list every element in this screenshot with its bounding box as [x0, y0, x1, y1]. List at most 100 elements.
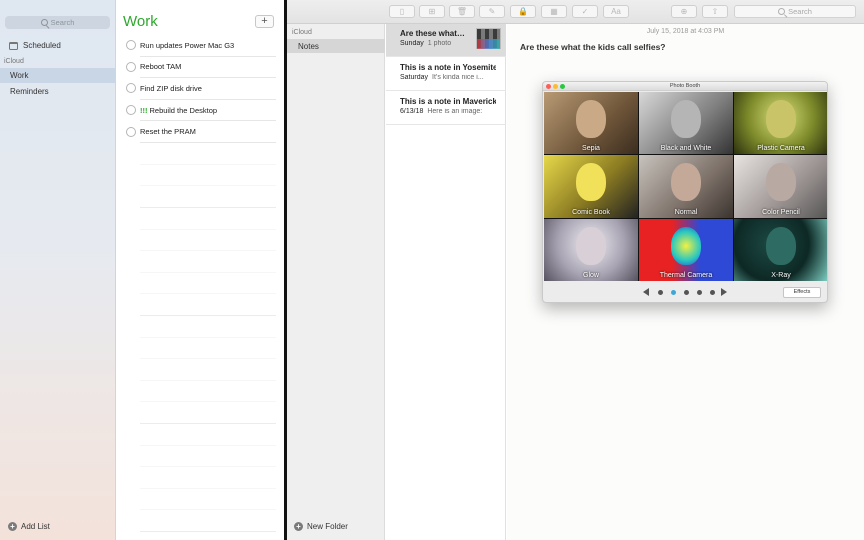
page-dot[interactable] [658, 290, 663, 295]
note-list-item[interactable]: This is a note in Mavericks 6/13/18 Here … [386, 92, 506, 125]
notes-search-input[interactable]: Search [734, 5, 856, 18]
reminder-checkbox[interactable] [126, 61, 136, 72]
checklist-icon: ✓ [581, 7, 589, 16]
reminders-search-placeholder: Search [50, 18, 75, 27]
reminder-item[interactable]: !!! Rebuild the Desktop [126, 100, 276, 122]
arrow-right-icon[interactable] [721, 288, 727, 296]
page-dot[interactable] [710, 290, 715, 295]
new-folder-label: New Folder [307, 522, 348, 531]
sidebar-icon: ▯ [399, 7, 405, 16]
plus-circle-icon: + [8, 522, 17, 531]
effect-label: X-Ray [771, 271, 791, 279]
calendar-icon [9, 41, 18, 50]
close-icon [546, 84, 551, 89]
delete-button[interactable]: 🗑 [449, 5, 475, 18]
note-title: This is a note in Yosemite [400, 63, 496, 72]
photo-booth-title: Photo Booth [669, 83, 701, 89]
note-subtitle: 6/13/18 Here is an image: [400, 108, 500, 115]
share-icon: ⇧ [711, 7, 719, 16]
note-snippet: 1 photo [427, 40, 452, 47]
effect-tile: X-Ray [734, 218, 827, 281]
note-thumbnail [476, 28, 501, 49]
face-silhouette [766, 100, 796, 138]
photo-booth-pager: Effects [543, 282, 827, 302]
reminder-title[interactable]: Reboot TAM [140, 62, 181, 71]
sidebar-item-reminders[interactable]: Reminders [0, 84, 116, 99]
effect-tile: Sepia [544, 92, 638, 155]
sidebar-item-work[interactable]: Work [0, 68, 116, 83]
reminder-title[interactable]: Reset the PRAM [140, 127, 196, 136]
page-dot-current[interactable] [671, 290, 676, 295]
notes-search-placeholder: Search [788, 7, 812, 16]
list-label: Reminders [10, 87, 49, 96]
note-title: This is a note in Mavericks [400, 97, 496, 106]
account-heading: iCloud [4, 58, 24, 65]
grid-icon: ⊞ [428, 7, 436, 16]
note-date: Saturday [400, 74, 429, 81]
minimize-icon [553, 84, 558, 89]
reminder-item[interactable]: Reboot TAM [126, 57, 276, 79]
reminder-checkbox[interactable] [126, 126, 136, 137]
trash-icon: 🗑 [456, 7, 468, 16]
folder-item-notes[interactable]: Notes [287, 39, 385, 53]
photo-booth-screenshot[interactable]: Photo Booth Sepia Black and White Plasti… [542, 81, 828, 303]
note-subtitle: Saturday It’s kinda nice i... [400, 74, 500, 81]
sidebar-item-scheduled[interactable]: Scheduled [9, 41, 61, 50]
new-folder-button[interactable]: + New Folder [294, 522, 348, 531]
notes-toolbar: ▯ ⊞ 🗑 ✎ 🔒 ▦ ✓ Aa ⊕ ⇧ Search [287, 0, 864, 24]
reminder-title[interactable]: Find ZIP disk drive [140, 84, 202, 93]
reminder-item[interactable]: Reset the PRAM [126, 121, 276, 143]
format-button[interactable]: Aa [603, 5, 629, 18]
reminder-title[interactable]: Rebuild the Desktop [150, 106, 218, 115]
add-people-button[interactable]: ⊕ [671, 5, 697, 18]
list-label: Work [10, 71, 29, 80]
notes-sidebar: iCloud Notes + New Folder [287, 24, 385, 540]
share-button[interactable]: ⇧ [702, 5, 728, 18]
add-reminder-button[interactable]: + [255, 15, 274, 28]
note-title: Are these what the kids call selfies? [400, 29, 467, 38]
format-icon: Aa [611, 7, 621, 16]
page-dot[interactable] [684, 290, 689, 295]
scheduled-label: Scheduled [23, 41, 61, 50]
sidebar-toggle-button[interactable]: ▯ [389, 5, 415, 18]
effect-tile: Normal [639, 155, 733, 218]
face-silhouette [671, 100, 701, 138]
note-list-item[interactable]: Are these what the kids call selfies? Su… [386, 24, 506, 57]
priority-marker: !!! [140, 105, 148, 115]
reminder-checkbox[interactable] [126, 40, 136, 51]
effect-label: Color Pencil [762, 208, 800, 216]
note-heading[interactable]: Are these what the kids call selfies? [520, 42, 666, 52]
note-snippet: Here is an image: [427, 108, 483, 115]
effects-button[interactable]: Effects [783, 287, 821, 298]
add-list-label: Add List [21, 522, 50, 531]
reminder-title[interactable]: Run updates Power Mac G3 [140, 41, 234, 50]
reminder-item[interactable]: Run updates Power Mac G3 [126, 35, 276, 57]
lock-button[interactable]: 🔒 [510, 5, 536, 18]
arrow-left-icon[interactable] [643, 288, 649, 296]
reminder-item[interactable]: Find ZIP disk drive [126, 78, 276, 100]
effect-tile: Plastic Camera [734, 92, 827, 155]
effects-grid: Sepia Black and White Plastic Camera Com… [544, 92, 827, 281]
add-list-button[interactable]: + Add List [8, 522, 50, 531]
effect-tile: Comic Book [544, 155, 638, 218]
plus-circle-icon: + [294, 522, 303, 531]
note-list-item[interactable]: This is a note in Yosemite Saturday It’s … [386, 58, 506, 91]
notes-list: Are these what the kids call selfies? Su… [386, 24, 506, 540]
empty-rows[interactable] [140, 143, 276, 540]
effect-label: Glow [583, 271, 599, 279]
search-icon [778, 8, 786, 15]
checklist-button[interactable]: ✓ [572, 5, 598, 18]
table-button[interactable]: ▦ [541, 5, 567, 18]
reminder-checkbox[interactable] [126, 105, 136, 116]
face-silhouette [576, 226, 606, 265]
compose-button[interactable]: ✎ [479, 5, 505, 18]
reminders-search-input[interactable]: Search [5, 16, 110, 29]
reminder-checkbox[interactable] [126, 83, 136, 94]
effect-label: Comic Book [572, 208, 610, 216]
effect-label: Plastic Camera [757, 145, 805, 153]
page-dot[interactable] [697, 290, 702, 295]
note-timestamp: July 15, 2018 at 4:03 PM [646, 28, 725, 35]
face-silhouette [576, 163, 606, 202]
gallery-view-button[interactable]: ⊞ [419, 5, 445, 18]
compose-icon: ✎ [488, 7, 496, 16]
